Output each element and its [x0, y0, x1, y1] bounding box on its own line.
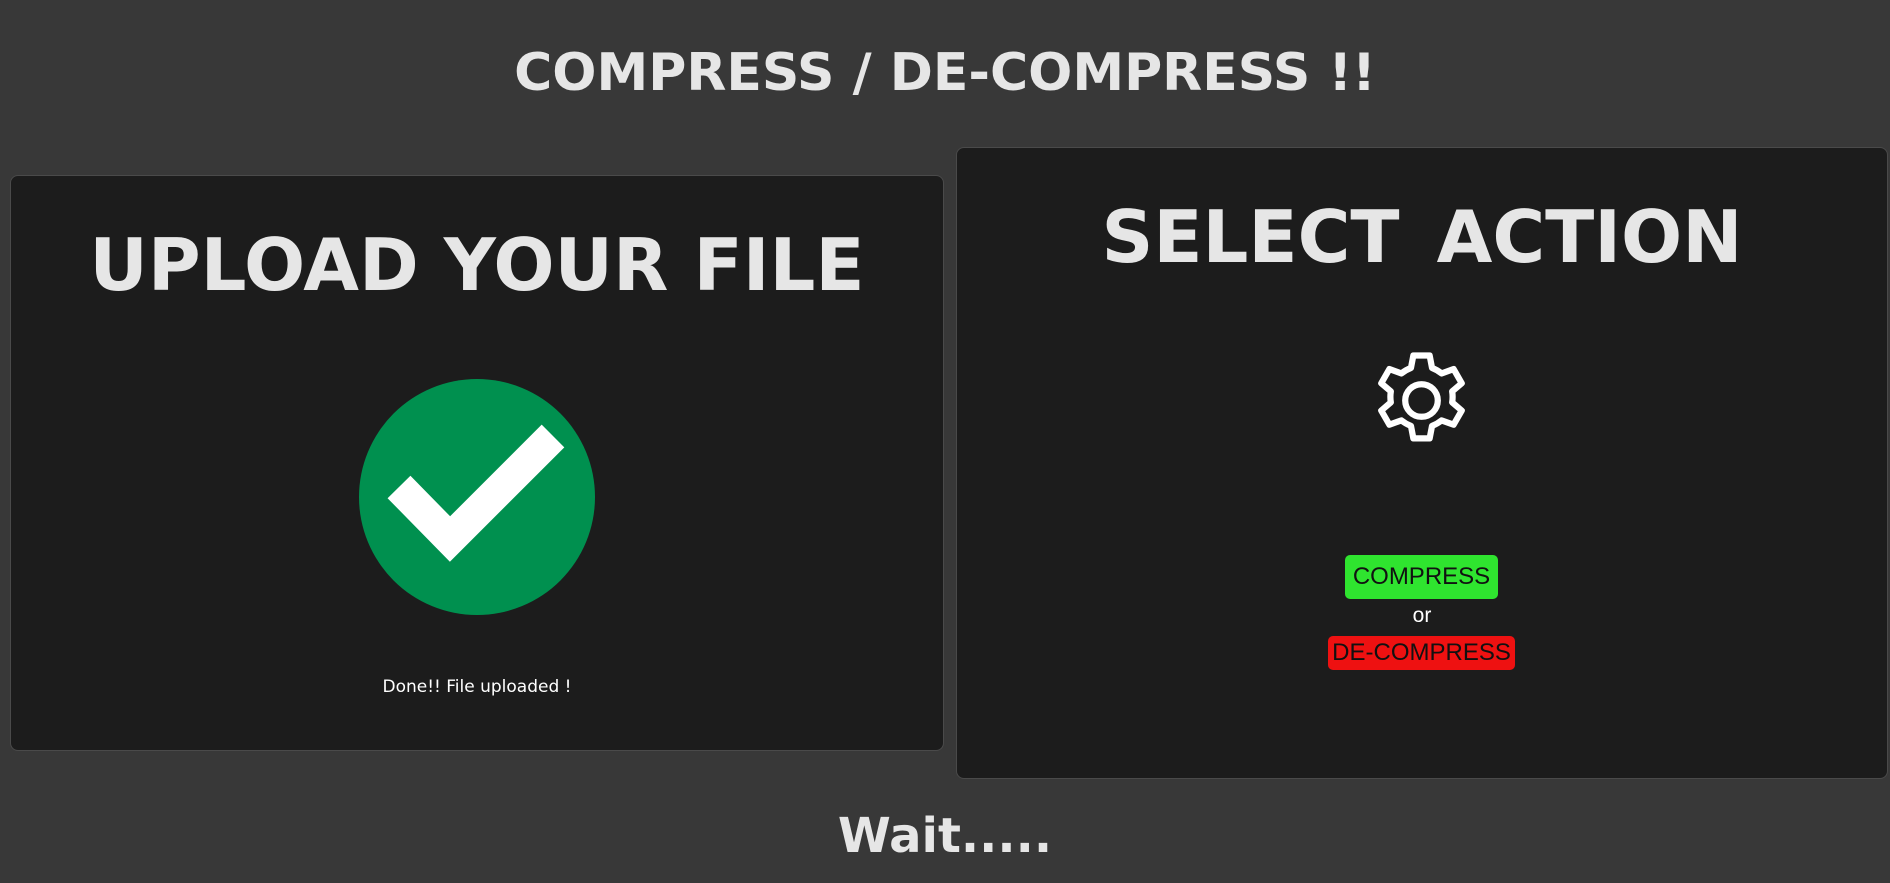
check-circle-icon	[359, 379, 595, 615]
wait-status-text: Wait.....	[837, 808, 1053, 864]
upload-heading: UPLOAD YOUR FILE	[89, 223, 865, 307]
decompress-button[interactable]: DE-COMPRESS	[1328, 636, 1515, 670]
upload-status-text: Done!! File uploaded !	[382, 677, 572, 697]
compress-button[interactable]: COMPRESS	[1345, 555, 1498, 599]
action-heading: SELECT ACTION	[1101, 195, 1743, 279]
or-separator: or	[1412, 604, 1432, 627]
gear-icon	[1378, 352, 1465, 442]
page-title: COMPRESS / DE-COMPRESS !!	[514, 43, 1376, 103]
